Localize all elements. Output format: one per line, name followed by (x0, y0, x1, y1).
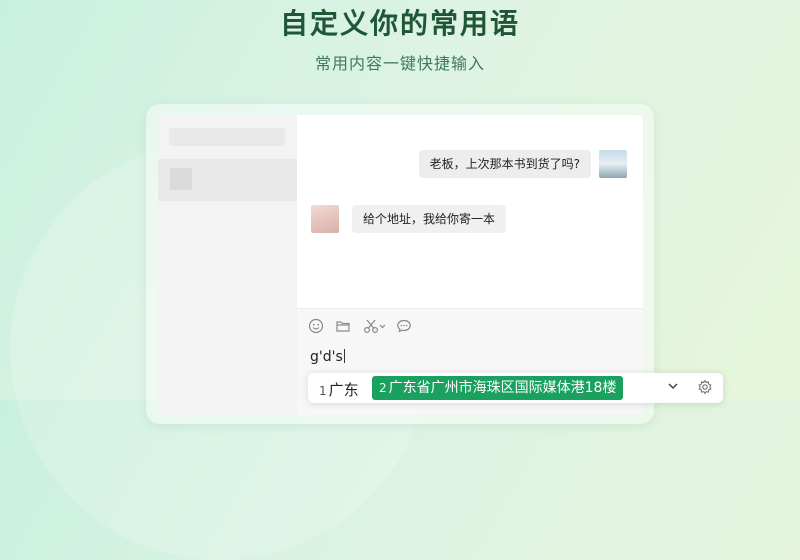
sidebar-chat-item[interactable] (158, 159, 297, 201)
folder-icon[interactable] (335, 318, 351, 334)
hero-title: 自定义你的常用语 (279, 7, 520, 40)
typed-text-input[interactable]: g'd's (310, 349, 345, 365)
chat-window: 老板，上次那本书到货了吗? 给个地址，我给你寄一本 g'd's (158, 115, 643, 415)
hero-subtitle: 常用内容一键快捷输入 (314, 54, 485, 73)
candidate-index: 1 (319, 384, 327, 398)
candidate-text: 广东 (328, 381, 359, 399)
typed-text: g'd's (310, 349, 343, 365)
text-caret (343, 349, 345, 363)
message-area: 老板，上次那本书到货了吗? 给个地址，我给你寄一本 (297, 115, 643, 308)
self-avatar[interactable] (599, 150, 627, 178)
candidate-index: 2 (379, 381, 387, 395)
gear-icon[interactable] (696, 379, 714, 397)
emoji-icon[interactable] (308, 318, 324, 334)
avatar (170, 168, 192, 190)
ime-candidate-1[interactable]: 1 广东 (319, 379, 359, 400)
sidebar (158, 115, 297, 415)
candidate-text: 广东省广州市海珠区国际媒体港18楼 (388, 380, 617, 396)
ime-candidate-2-selected[interactable]: 2 广东省广州市海珠区国际媒体港18楼 (372, 376, 624, 400)
message-bubble-other: 给个地址，我给你寄一本 (352, 205, 507, 233)
message-bubble-self: 老板，上次那本书到货了吗? (418, 150, 591, 178)
contact-avatar[interactable] (311, 205, 339, 233)
ime-candidate-bar: 1 广东 2 广东省广州市海珠区国际媒体港18楼 (308, 373, 723, 403)
sidebar-search-placeholder[interactable] (169, 128, 285, 146)
chevron-down-icon[interactable] (664, 379, 682, 397)
scissors-icon[interactable] (363, 318, 387, 334)
chat-history-icon[interactable] (396, 318, 412, 334)
